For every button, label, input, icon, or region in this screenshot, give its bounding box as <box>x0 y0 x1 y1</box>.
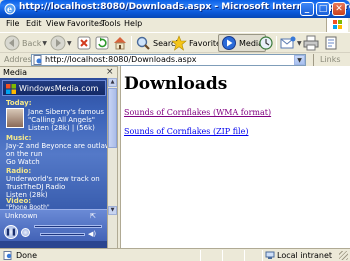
chevron-down-icon: ▼ <box>297 39 302 47</box>
edit-page-icon <box>325 36 337 50</box>
status-separator <box>200 250 201 261</box>
scroll-down-icon[interactable]: ▼ <box>108 206 117 215</box>
page-heading: Downloads <box>124 74 228 94</box>
back-button[interactable]: Back ▼ <box>4 34 47 52</box>
undock-icon[interactable]: ⇱ <box>90 212 96 220</box>
windows-flag-icon <box>326 18 348 32</box>
address-bar: Address http://localhost:8080/Downloads.… <box>0 52 350 66</box>
status-separator <box>244 250 245 261</box>
artist-thumbnail[interactable] <box>6 108 24 128</box>
banner-text: WindowsMedia.com <box>19 84 99 93</box>
close-icon[interactable]: × <box>106 67 114 77</box>
svg-text:e: e <box>7 4 12 14</box>
menu-edit[interactable]: Edit <box>26 19 42 28</box>
print-button[interactable] <box>303 34 319 52</box>
menu-bar: File Edit View Favorites Tools Help <box>0 18 350 32</box>
menu-help[interactable]: Help <box>124 19 142 28</box>
ie-logo-icon: e <box>4 3 16 15</box>
page-icon <box>33 55 42 65</box>
stop-playback-button[interactable] <box>21 228 30 237</box>
mail-button[interactable]: ▼ <box>280 34 302 52</box>
media-pane-header: Media × <box>0 66 117 78</box>
status-separator <box>222 250 223 261</box>
stop-button[interactable] <box>76 34 92 52</box>
toolbar-separator <box>131 36 132 50</box>
favorites-icon <box>171 35 187 51</box>
print-icon <box>303 35 319 51</box>
media-player: Unknown ⇱ ❚❚ ◀) <box>0 209 107 249</box>
forward-button[interactable]: ▼ <box>50 34 72 52</box>
music-line-3[interactable]: Go Watch <box>6 158 40 166</box>
pause-button[interactable]: ❚❚ <box>4 225 18 239</box>
back-label: Back <box>22 38 42 48</box>
music-line-1[interactable]: Jay-Z and Beyonce are outlaws <box>6 142 114 150</box>
search-icon <box>136 36 150 50</box>
today-line-1[interactable]: Jane Siberry's famous <box>28 108 104 116</box>
today-line-2[interactable]: "Calling All Angels" <box>28 116 95 124</box>
media-pane-title: Media <box>3 68 28 77</box>
page-content: Downloads Sounds of Cornflakes (WMA form… <box>121 66 350 248</box>
title-bar[interactable]: e http://localhost:8080/Downloads.aspx -… <box>0 0 350 18</box>
chevron-down-icon: ▼ <box>67 39 72 47</box>
links-button[interactable]: Links <box>320 55 341 64</box>
music-line-2[interactable]: on the run <box>6 150 42 158</box>
media-pane: WindowsMedia.com Today: Jane Siberry's f… <box>0 78 117 249</box>
scroll-thumb[interactable] <box>108 88 117 148</box>
browser-window: e http://localhost:8080/Downloads.aspx -… <box>0 0 350 261</box>
windowsmedia-banner[interactable]: WindowsMedia.com <box>2 80 106 96</box>
menu-tools[interactable]: Tools <box>101 19 121 28</box>
today-line-3[interactable]: Listen (28k) | (56k) <box>28 124 95 132</box>
maximize-button[interactable]: □ <box>316 2 330 16</box>
resize-grip[interactable] <box>339 251 348 260</box>
toolbar-separator <box>276 36 277 50</box>
toolbar: Back ▼ ▼ Search Favorites Media ▼ <box>0 32 350 52</box>
section-label-radio: Radio: <box>6 167 32 175</box>
forward-icon <box>50 35 66 51</box>
status-text: Done <box>16 251 38 260</box>
windows-media-logo-icon <box>6 84 16 94</box>
intranet-icon <box>265 251 275 259</box>
download-link-wma[interactable]: Sounds of Cornflakes (WMA format) <box>124 108 271 117</box>
address-input[interactable]: http://localhost:8080/Downloads.aspx <box>31 54 306 66</box>
back-icon <box>4 35 20 51</box>
media-scrollbar[interactable]: ▲ ▼ <box>107 78 117 248</box>
media-icon <box>222 36 236 50</box>
menu-view[interactable]: View <box>46 19 65 28</box>
security-zone: Local intranet <box>277 251 333 260</box>
address-dropdown-button[interactable]: ▼ <box>294 55 305 65</box>
history-icon <box>259 36 273 50</box>
chevron-down-icon: ▼ <box>42 39 48 47</box>
home-icon <box>114 37 126 50</box>
stop-icon <box>77 36 91 50</box>
page-done-icon <box>3 251 12 260</box>
speaker-icon[interactable]: ◀) <box>88 230 96 238</box>
scroll-up-icon[interactable]: ▲ <box>108 78 117 87</box>
volume-slider[interactable] <box>40 233 85 236</box>
status-separator <box>262 250 263 261</box>
edit-button[interactable] <box>324 34 340 52</box>
radio-line-2[interactable]: TrustTheDJ Radio <box>6 183 65 191</box>
minimize-button[interactable]: _ <box>300 2 314 16</box>
section-label-music: Music: <box>6 134 32 142</box>
radio-line-1[interactable]: Underworld's new track on <box>6 175 100 183</box>
status-bar: Done Local intranet <box>0 248 350 261</box>
address-separator <box>313 54 314 66</box>
mail-icon <box>280 36 296 49</box>
home-button[interactable] <box>112 34 128 52</box>
refresh-button[interactable] <box>94 34 110 52</box>
refresh-icon <box>95 36 109 50</box>
menu-file[interactable]: File <box>6 19 19 28</box>
section-label-today: Today: <box>6 99 32 107</box>
seek-bar[interactable] <box>34 225 102 228</box>
history-button[interactable] <box>258 34 274 52</box>
track-title: Unknown <box>5 212 38 220</box>
download-link-zip[interactable]: Sounds of Cornflakes (ZIP file) <box>124 127 248 136</box>
menu-favorites[interactable]: Favorites <box>67 19 103 28</box>
close-button[interactable]: ✕ <box>332 2 346 16</box>
